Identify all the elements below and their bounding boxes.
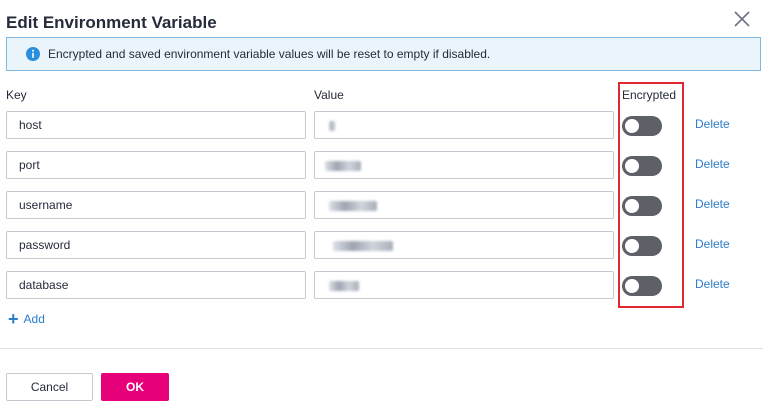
info-notice: Encrypted and saved environment variable…: [6, 37, 761, 71]
blurred-value: [329, 281, 359, 291]
ok-button[interactable]: OK: [101, 373, 169, 401]
add-label: Add: [23, 312, 45, 326]
value-input[interactable]: [314, 231, 614, 259]
toggle-knob: [625, 239, 639, 253]
env-var-row: database Delete: [0, 271, 763, 299]
encrypted-toggle[interactable]: [622, 276, 662, 296]
toggle-knob: [625, 199, 639, 213]
env-var-row: host Delete: [0, 111, 763, 139]
delete-link[interactable]: Delete: [695, 117, 730, 131]
encrypted-toggle[interactable]: [622, 236, 662, 256]
encrypted-toggle[interactable]: [622, 196, 662, 216]
encrypted-column-header: Encrypted: [622, 88, 677, 102]
cancel-button[interactable]: Cancel: [6, 373, 93, 401]
close-icon[interactable]: [731, 8, 753, 30]
blurred-value: [329, 201, 377, 211]
blurred-value: [329, 121, 335, 131]
blurred-value: [333, 241, 393, 251]
dialog-title: Edit Environment Variable: [6, 13, 217, 32]
value-input[interactable]: [314, 111, 614, 139]
key-input[interactable]: database: [6, 271, 306, 299]
toggle-knob: [625, 159, 639, 173]
key-input[interactable]: host: [6, 111, 306, 139]
key-column-header: Key: [6, 88, 27, 102]
key-input[interactable]: password: [6, 231, 306, 259]
encrypted-toggle[interactable]: [622, 116, 662, 136]
footer-divider: [0, 348, 763, 349]
delete-link[interactable]: Delete: [695, 197, 730, 211]
blurred-value: [325, 161, 361, 171]
delete-link[interactable]: Delete: [695, 277, 730, 291]
value-input[interactable]: [314, 271, 614, 299]
toggle-knob: [625, 119, 639, 133]
delete-link[interactable]: Delete: [695, 157, 730, 171]
key-input[interactable]: username: [6, 191, 306, 219]
toggle-knob: [625, 279, 639, 293]
add-button[interactable]: + Add: [8, 309, 45, 329]
env-var-row: port Delete: [0, 151, 763, 179]
plus-icon: +: [8, 309, 19, 329]
delete-link[interactable]: Delete: [695, 237, 730, 251]
value-input[interactable]: [314, 191, 614, 219]
info-icon: [26, 47, 40, 61]
encrypted-toggle[interactable]: [622, 156, 662, 176]
env-var-row: password Delete: [0, 231, 763, 259]
notice-text: Encrypted and saved environment variable…: [48, 47, 491, 61]
value-column-header: Value: [314, 88, 344, 102]
value-input[interactable]: [314, 151, 614, 179]
key-input[interactable]: port: [6, 151, 306, 179]
env-var-row: username Delete: [0, 191, 763, 219]
